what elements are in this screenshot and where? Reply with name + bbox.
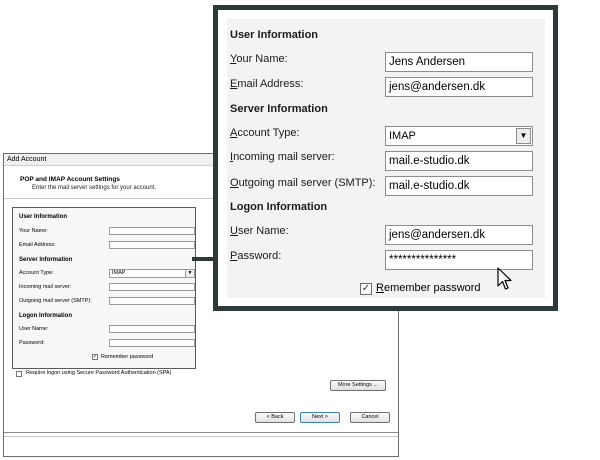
mini-logon-info-heading: Logon Information — [19, 313, 72, 319]
user-info-heading: User Information — [230, 29, 319, 41]
cancel-button[interactable]: Cancel — [350, 412, 390, 423]
outgoing-label-rest: utgoing mail server (SMTP): — [238, 177, 376, 189]
password-label-rest: assword: — [237, 250, 282, 262]
magnified-panel-body: User Information Your Name: Jens Anderse… — [227, 19, 545, 298]
user-name-label-rest: ser Name: — [237, 225, 289, 237]
user-name-input[interactable]: jens@andersen.dk — [385, 225, 533, 245]
outgoing-server-input[interactable]: mail.e-studio.dk — [385, 176, 533, 196]
remember-password-checkbox[interactable]: ✓ — [360, 283, 372, 295]
account-type-select[interactable]: IMAP ▼ — [385, 126, 533, 146]
mini-settings-panel: User Information Your Name: Email Addres… — [12, 207, 196, 369]
mini-your-name-label: Your Name: — [19, 228, 48, 234]
chevron-down-icon[interactable]: ▼ — [516, 128, 531, 144]
incoming-server-input[interactable]: mail.e-studio.dk — [385, 151, 533, 171]
magnified-settings-panel: User Information Your Name: Jens Anderse… — [213, 5, 558, 311]
footer-divider-secondary — [4, 436, 398, 437]
mini-remember-label: Remember password — [101, 354, 154, 360]
mini-email-label: Email Address: — [19, 242, 56, 248]
password-label: Password: — [230, 250, 282, 262]
mini-account-type-value: IMAP — [112, 270, 126, 276]
mini-email-input[interactable] — [109, 241, 195, 249]
mini-user-name-label: User Name: — [19, 326, 49, 332]
mini-password-input[interactable] — [109, 339, 195, 347]
footer-divider — [4, 432, 398, 433]
account-type-label-rest: ccount Type: — [237, 127, 300, 139]
email-label: Email Address: — [230, 78, 304, 90]
incoming-server-label: Incoming mail server: — [230, 151, 335, 163]
your-name-label-rest: our Name: — [236, 53, 288, 65]
email-input[interactable]: jens@andersen.dk — [385, 77, 533, 97]
remember-password-label: Remember password — [376, 282, 481, 294]
mini-user-name-input[interactable] — [109, 325, 195, 333]
mini-your-name-input[interactable] — [109, 227, 195, 235]
mini-account-type-select[interactable]: IMAP ▼ — [109, 269, 195, 278]
mini-outgoing-input[interactable] — [109, 297, 195, 305]
dialog-header-subtitle: Enter the mail server settings for your … — [32, 185, 157, 191]
your-name-input[interactable]: Jens Andersen — [385, 52, 533, 72]
your-name-label: Your Name: — [230, 53, 288, 65]
email-label-rest: mail Address: — [237, 78, 304, 90]
mini-user-info-heading: User Information — [19, 214, 68, 220]
remember-label-rest: emember password — [383, 282, 481, 294]
mini-incoming-label: Incoming mail server: — [19, 284, 72, 290]
account-type-value: IMAP — [389, 130, 416, 142]
mini-server-info-heading: Server Information — [19, 257, 73, 263]
chevron-down-icon[interactable]: ▼ — [185, 270, 194, 277]
outgoing-server-label: Outgoing mail server (SMTP): — [230, 177, 376, 189]
spa-checkbox[interactable] — [16, 371, 22, 377]
incoming-label-rest: ncoming mail server: — [233, 151, 335, 163]
back-button[interactable]: < Back — [255, 412, 295, 423]
server-info-heading: Server Information — [230, 103, 328, 115]
mini-account-type-label: Account Type: — [19, 270, 54, 276]
mini-outgoing-label: Outgoing mail server (SMTP): — [19, 298, 92, 304]
mini-password-label: Password: — [19, 340, 45, 346]
user-name-label: User Name: — [230, 225, 289, 237]
spa-label: Require logon using Secure Password Auth… — [26, 370, 172, 376]
next-button[interactable]: Next > — [300, 412, 340, 423]
account-type-label: Account Type: — [230, 127, 300, 139]
dialog-header-title: POP and IMAP Account Settings — [20, 176, 120, 183]
more-settings-button[interactable]: More Settings ... — [330, 380, 386, 391]
logon-info-heading: Logon Information — [230, 201, 328, 213]
mouse-pointer-icon — [497, 267, 512, 290]
mini-remember-checkbox[interactable]: ✓ — [92, 354, 98, 360]
mini-incoming-input[interactable] — [109, 283, 195, 291]
